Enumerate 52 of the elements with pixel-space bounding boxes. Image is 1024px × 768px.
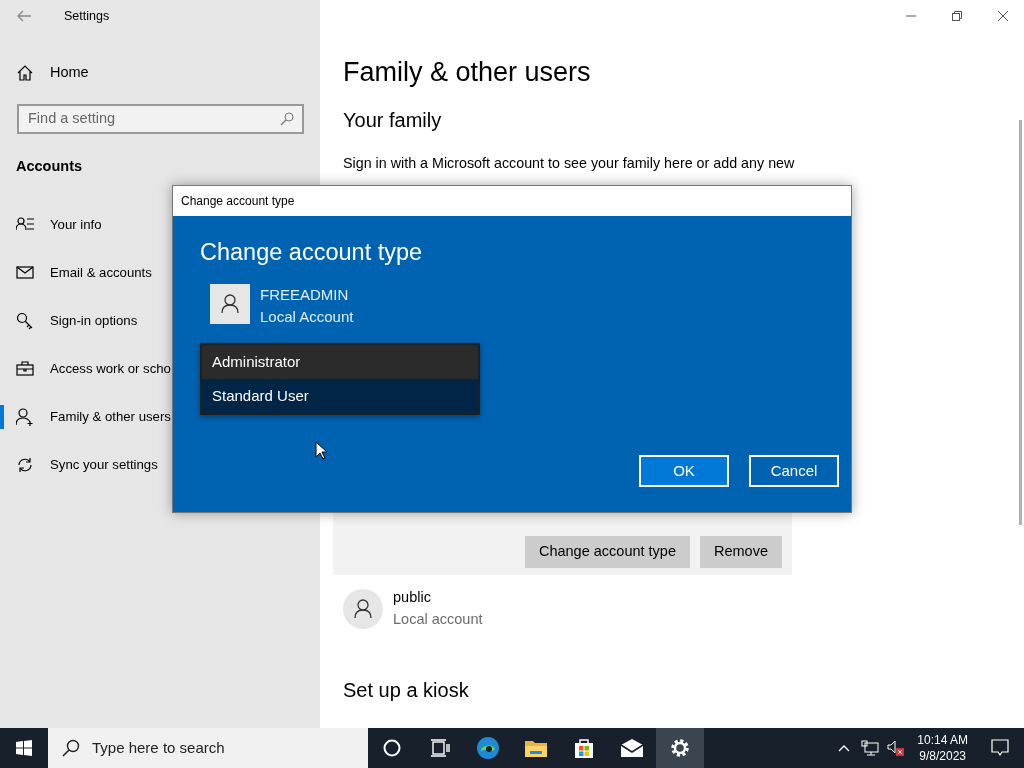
browser-icon (476, 736, 500, 760)
chevron-up-icon[interactable] (838, 744, 851, 752)
window-title: Settings (64, 7, 110, 25)
taskbar-app[interactable] (656, 728, 704, 768)
action-button[interactable]: Remove (700, 536, 782, 568)
taskbar-search-box[interactable]: Type here to search (48, 728, 368, 768)
home-icon (16, 64, 34, 82)
dialog-heading: Change account type (200, 238, 424, 267)
windows-icon[interactable] (16, 740, 32, 756)
account-name: FREEADMIN (260, 285, 350, 305)
restore-icon[interactable] (952, 11, 962, 21)
person-icon (221, 294, 239, 314)
section-heading: Your family (343, 108, 443, 133)
dropdown-option[interactable]: Standard User (202, 379, 478, 413)
ok-button[interactable]: OK (639, 455, 729, 487)
network-icon[interactable] (861, 740, 880, 756)
cursor-icon (315, 441, 327, 460)
store-icon (573, 737, 595, 759)
section-heading: Accounts (16, 157, 84, 176)
muted-speaker-icon[interactable] (887, 740, 906, 756)
close-icon[interactable] (998, 11, 1008, 21)
action-button[interactable]: Change account type (524, 536, 690, 568)
mail-icon (620, 739, 644, 757)
sync-icon (16, 456, 34, 474)
person-add-icon (16, 408, 34, 426)
cancel-button[interactable]: Cancel (749, 455, 839, 487)
mail-icon (16, 264, 34, 282)
task-view-icon (430, 739, 450, 757)
folder-icon (524, 738, 548, 758)
search-icon (280, 112, 294, 126)
account-type: Local account (393, 609, 483, 629)
key-icon (16, 312, 34, 330)
section-heading: Set up a kiosk (343, 677, 470, 703)
clock[interactable]: 10:14 AM 9/8/2023 (909, 732, 976, 764)
nav-item[interactable]: Sync your settings (0, 441, 320, 489)
gear-icon (670, 738, 690, 758)
page-title: Family & other users (343, 56, 592, 89)
home-link[interactable]: Home (0, 53, 320, 93)
user-name: public (393, 588, 432, 607)
notification-icon[interactable] (991, 739, 1009, 757)
briefcase-icon (16, 360, 34, 378)
description-text: Sign in with a Microsoft account to see your family here or add any new (343, 154, 796, 172)
dialog-title: Change account type (181, 193, 295, 210)
search-field[interactable]: Find a setting (28, 108, 280, 130)
back-icon[interactable] (16, 8, 32, 24)
person-icon (354, 598, 372, 619)
account-type: Local Account (260, 307, 354, 327)
cortana-icon (383, 739, 401, 757)
taskbar-search-field[interactable]: Type here to search (92, 736, 342, 760)
search-icon (62, 739, 80, 757)
dropdown-option[interactable]: Administrator (202, 345, 478, 379)
search-box[interactable]: Find a setting (17, 104, 304, 134)
